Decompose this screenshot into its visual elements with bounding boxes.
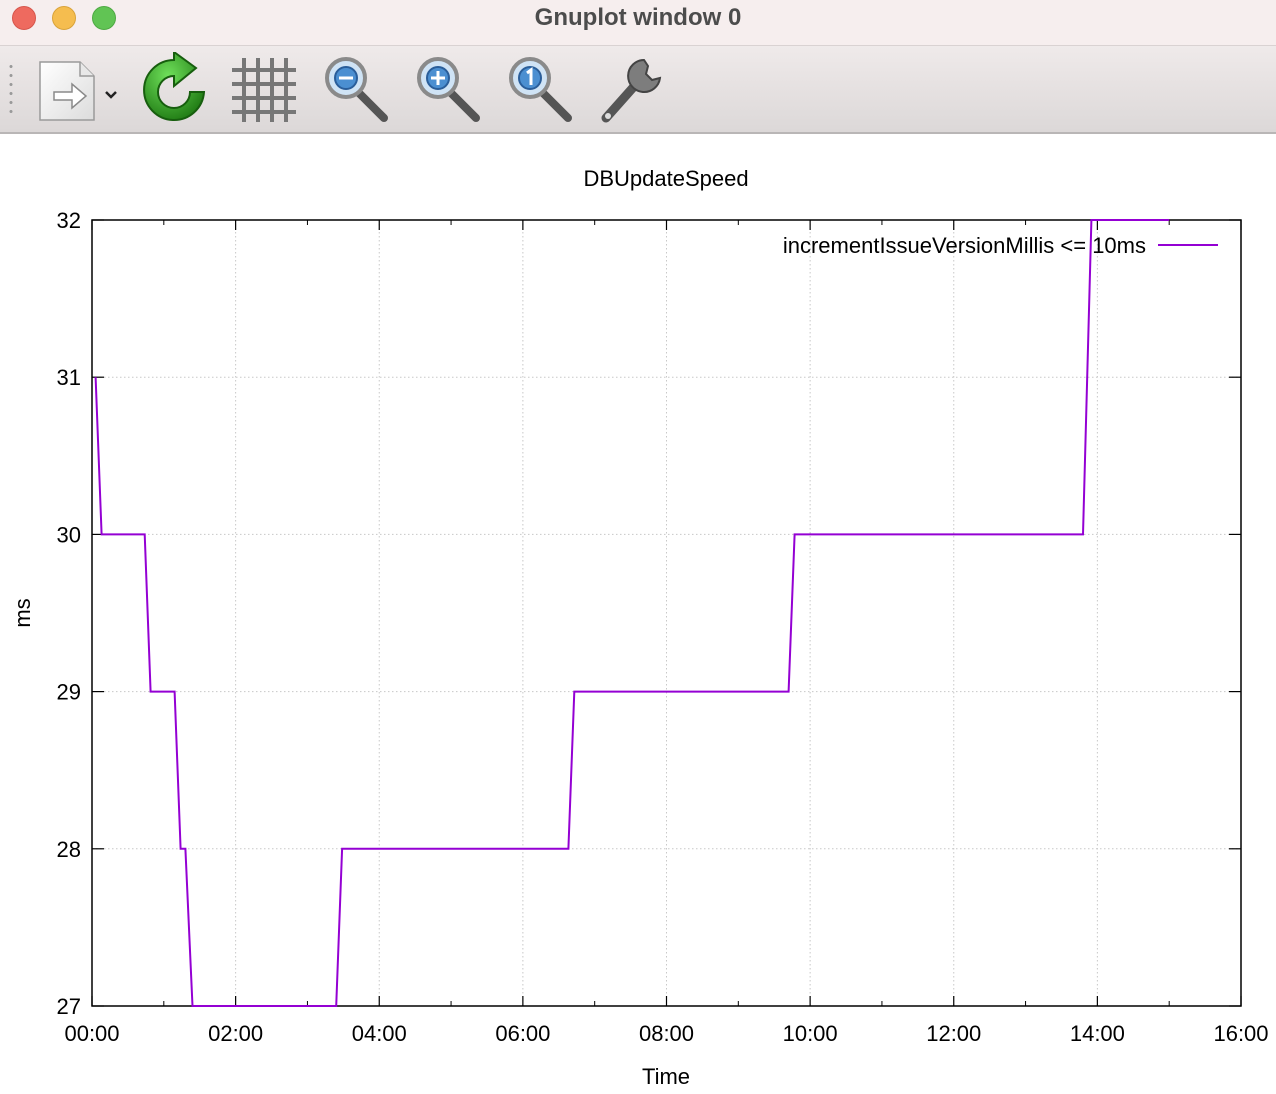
series-layer: [94, 219, 1170, 1007]
chart-title: DBUpdateSpeed: [583, 166, 748, 191]
y-tick-label: 32: [57, 208, 81, 233]
zoom-in-icon: [417, 57, 480, 122]
x-tick-label: 08:00: [639, 1021, 694, 1046]
toolbar-grip[interactable]: [8, 62, 14, 118]
legend-entry-label: incrementIssueVersionMillis <= 10ms: [783, 233, 1146, 258]
x-tick-label: 04:00: [352, 1021, 407, 1046]
wrench-icon: [601, 58, 662, 123]
zoom-out-button[interactable]: [318, 52, 394, 128]
settings-button[interactable]: [594, 52, 670, 128]
x-tick-label: 14:00: [1070, 1021, 1125, 1046]
zoom-out-icon: [325, 57, 388, 122]
legend: incrementIssueVersionMillis <= 10ms: [783, 233, 1218, 258]
y-tick-label: 31: [57, 365, 81, 390]
x-tick-label: 06:00: [495, 1021, 550, 1046]
toolbar: [0, 46, 1276, 134]
zoom-reset-button[interactable]: [502, 52, 578, 128]
zoom-in-button[interactable]: [410, 52, 486, 128]
x-axis-label: Time: [642, 1064, 690, 1089]
y-tick-label: 30: [57, 522, 81, 547]
line-chart: 00:00 02:00 04:00 06:00 08:00 10:00 12:00 14:00…: [10, 166, 1269, 1089]
x-tick-label: 12:00: [926, 1021, 981, 1046]
y-tick-label: 29: [57, 680, 81, 705]
y-axis-label: ms: [10, 598, 35, 627]
replot-button[interactable]: [136, 52, 212, 128]
title-bar: Gnuplot window 0: [0, 0, 1276, 46]
replot-icon: [143, 52, 206, 121]
y-tick-label: 27: [57, 994, 81, 1019]
grid-lines: [92, 220, 1241, 1006]
zoom-reset-icon: [509, 57, 572, 122]
x-tick-label: 10:00: [783, 1021, 838, 1046]
x-tick-label: 16:00: [1213, 1021, 1268, 1046]
gnuplot-window: Gnuplot window 0 00:00 02:00 04:00 06:00…: [0, 0, 1276, 1094]
window-title: Gnuplot window 0: [534, 4, 742, 31]
x-tick-label: 00:00: [64, 1021, 119, 1046]
grid-button[interactable]: [226, 52, 302, 128]
tick-labels: 00:00 02:00 04:00 06:00 08:00 10:00 12:00 14:00…: [57, 208, 1269, 1046]
grid-icon: [232, 58, 296, 122]
y-tick-label: 28: [57, 837, 81, 862]
export-document-icon: [39, 61, 117, 121]
plot-area: 00:00 02:00 04:00 06:00 08:00 10:00 12:00 14:00…: [0, 134, 1276, 1094]
export-button[interactable]: [34, 52, 124, 128]
x-tick-label: 02:00: [208, 1021, 263, 1046]
series-line-0: [94, 219, 1170, 1007]
